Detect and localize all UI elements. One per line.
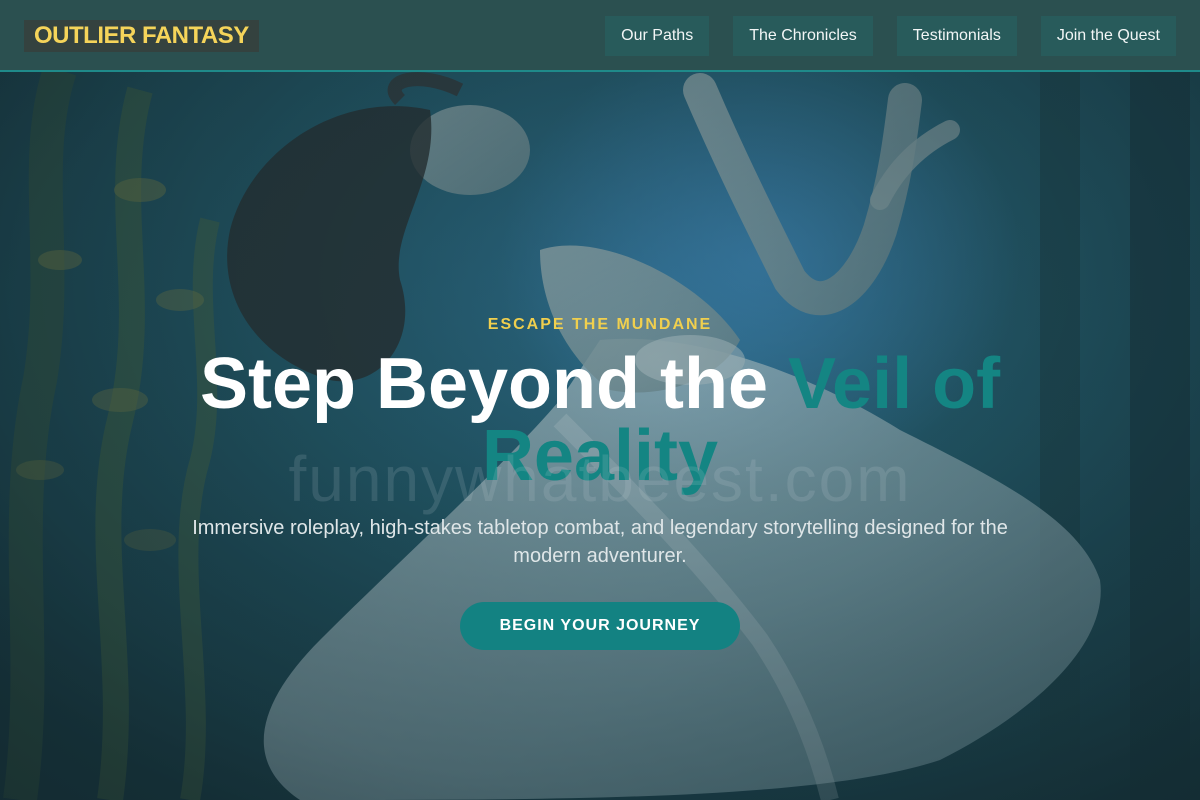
nav-item-the-chronicles[interactable]: The Chronicles — [733, 16, 873, 56]
hero-section: ESCAPE THE MUNDANE Step Beyond the Veil … — [0, 300, 1200, 650]
hero-eyebrow: ESCAPE THE MUNDANE — [487, 316, 713, 333]
landing-page: OUTLIER FANTASY Our Paths The Chronicles… — [0, 0, 1200, 800]
main-nav: Our Paths The Chronicles Testimonials Jo… — [605, 16, 1176, 56]
watermark: funnywhatbeest.com — [288, 443, 912, 515]
headline-main-text: Step Beyond the — [199, 344, 788, 424]
site-logo[interactable]: OUTLIER FANTASY — [24, 20, 259, 52]
nav-item-our-paths[interactable]: Our Paths — [605, 16, 710, 56]
begin-journey-button[interactable]: BEGIN YOUR JOURNEY — [459, 602, 741, 650]
nav-item-testimonials[interactable]: Testimonials — [896, 16, 1017, 56]
nav-item-join-the-quest[interactable]: Join the Quest — [1040, 16, 1176, 56]
site-header: OUTLIER FANTASY Our Paths The Chronicles… — [0, 0, 1200, 72]
hero-subtitle: Immersive roleplay, high-stakes tabletop… — [192, 517, 1008, 567]
